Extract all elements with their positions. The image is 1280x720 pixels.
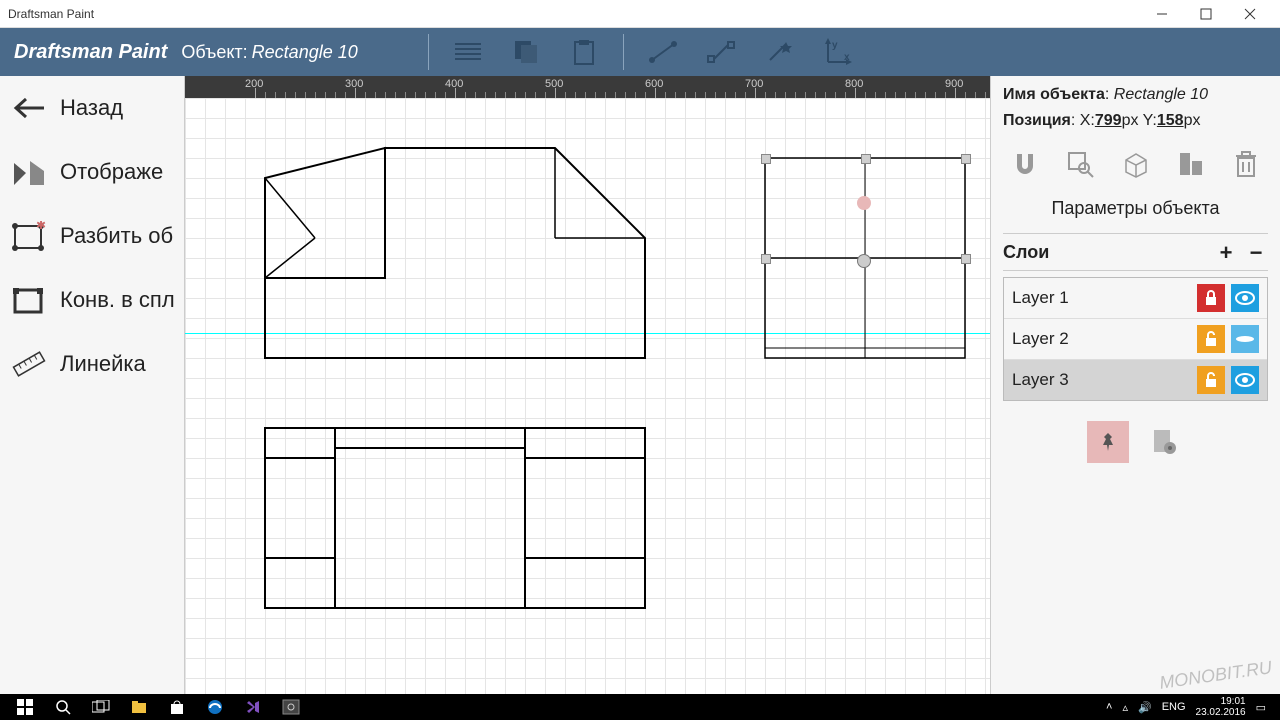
properties-panel: Имя объекта: Rectangle 10 Позиция: X:799… xyxy=(990,76,1280,694)
ruler-button[interactable]: Линейка xyxy=(0,332,184,396)
node-tool-icon[interactable] xyxy=(698,33,744,71)
object-name-value: Rectangle 10 xyxy=(252,42,358,62)
magnet-icon[interactable] xyxy=(1009,148,1041,180)
axes-tool-icon[interactable]: yx xyxy=(814,33,860,71)
layer-name: Layer 2 xyxy=(1012,329,1191,349)
app-taskbar-icon[interactable] xyxy=(272,694,310,720)
tray-chevron-icon[interactable]: ˄ xyxy=(1106,701,1112,713)
object-position-row: Позиция: X:799px Y:158px xyxy=(1003,112,1268,130)
layer-lock-button[interactable] xyxy=(1197,284,1225,312)
volume-icon[interactable]: 🔊 xyxy=(1138,701,1152,714)
back-label: Назад xyxy=(60,95,123,121)
left-panel: Назад Отображе ✱ Разбить об Конв. в спл … xyxy=(0,76,185,694)
layers-title: Слои xyxy=(1003,242,1208,263)
ruler-label: Линейка xyxy=(60,351,146,377)
position-x-value[interactable]: 799 xyxy=(1095,112,1122,129)
layer-row[interactable]: Layer 1 xyxy=(1004,278,1267,319)
selection-center[interactable] xyxy=(857,254,871,268)
search-icon[interactable] xyxy=(44,694,82,720)
horizontal-ruler[interactable]: 200300400500600700800900 xyxy=(185,76,990,98)
object-name-value: Rectangle 10 xyxy=(1114,86,1208,103)
break-object-button[interactable]: ✱ Разбить об xyxy=(0,204,184,268)
selection-handle[interactable] xyxy=(761,154,771,164)
svg-text:x: x xyxy=(844,52,850,63)
object-name-row: Имя объекта: Rectangle 10 xyxy=(1003,86,1268,104)
parameters-title: Параметры объекта xyxy=(1003,198,1268,219)
layer-settings-button[interactable] xyxy=(1143,421,1185,463)
app-brand: Draftsman Paint xyxy=(0,41,181,64)
selection-pivot[interactable] xyxy=(857,196,871,210)
canvas-drawing xyxy=(185,98,990,694)
svg-text:y: y xyxy=(832,40,838,51)
break-label: Разбить об xyxy=(60,223,173,249)
network-icon[interactable]: ▵ xyxy=(1122,701,1128,714)
spline-icon xyxy=(10,281,48,319)
taskbar-clock[interactable]: 19:01 23.02.2016 xyxy=(1196,696,1246,718)
magic-tool-icon[interactable] xyxy=(756,33,802,71)
display-label: Отображе xyxy=(60,159,163,185)
delete-icon[interactable] xyxy=(1230,148,1262,180)
window-close-button[interactable] xyxy=(1228,0,1272,28)
app-toolbar: Draftsman Paint Объект:Rectangle 10 yx xyxy=(0,28,1280,76)
display-button[interactable]: Отображе xyxy=(0,140,184,204)
remove-layer-button[interactable]: − xyxy=(1244,240,1268,264)
start-button[interactable] xyxy=(6,694,44,720)
layer-name: Layer 3 xyxy=(1012,370,1191,390)
selection-handle[interactable] xyxy=(961,154,971,164)
layer-lock-button[interactable] xyxy=(1197,366,1225,394)
layers-header: Слои + − xyxy=(1003,233,1268,271)
store-icon[interactable] xyxy=(158,694,196,720)
copy-tool-icon[interactable] xyxy=(503,33,549,71)
line-tool-icon[interactable] xyxy=(640,33,686,71)
add-layer-button[interactable]: + xyxy=(1214,240,1238,264)
selection-handle[interactable] xyxy=(961,254,971,264)
object-label: Объект:Rectangle 10 xyxy=(181,42,357,63)
layer-row[interactable]: Layer 3 xyxy=(1004,360,1267,400)
cube-icon[interactable] xyxy=(1120,148,1152,180)
system-tray[interactable]: ˄ ▵ 🔊 ENG 19:01 23.02.2016 ▭ xyxy=(1106,696,1274,718)
canvas-area[interactable]: 200300400500600700800900 xyxy=(185,76,990,694)
svg-text:✱: ✱ xyxy=(36,221,46,232)
spline-label: Конв. в спл xyxy=(60,287,175,313)
position-y-value[interactable]: 158 xyxy=(1157,112,1184,129)
align-tool-icon[interactable] xyxy=(445,33,491,71)
back-button[interactable]: Назад xyxy=(0,76,184,140)
notifications-icon[interactable]: ▭ xyxy=(1256,701,1266,714)
convert-spline-button[interactable]: Конв. в спл xyxy=(0,268,184,332)
explorer-icon[interactable] xyxy=(120,694,158,720)
window-title: Draftsman Paint xyxy=(8,7,1140,21)
pin-button[interactable] xyxy=(1087,421,1129,463)
paste-tool-icon[interactable] xyxy=(561,33,607,71)
align-icon[interactable] xyxy=(1175,148,1207,180)
search-object-icon[interactable] xyxy=(1064,148,1096,180)
object-tools-row xyxy=(1003,148,1268,180)
visual-studio-icon[interactable] xyxy=(234,694,272,720)
display-icon xyxy=(10,153,48,191)
edge-icon[interactable] xyxy=(196,694,234,720)
windows-taskbar[interactable]: ˄ ▵ 🔊 ENG 19:01 23.02.2016 ▭ xyxy=(0,694,1280,720)
break-icon: ✱ xyxy=(10,217,48,255)
selection-handle[interactable] xyxy=(861,154,871,164)
window-titlebar: Draftsman Paint xyxy=(0,0,1280,28)
layer-row[interactable]: Layer 2 xyxy=(1004,319,1267,360)
window-minimize-button[interactable] xyxy=(1140,0,1184,28)
layer-visibility-button[interactable] xyxy=(1231,325,1259,353)
ruler-icon xyxy=(10,345,48,383)
layer-visibility-button[interactable] xyxy=(1231,366,1259,394)
selection-handle[interactable] xyxy=(761,254,771,264)
layers-list: Layer 1 Layer 2 Layer 3 xyxy=(1003,277,1268,401)
language-indicator[interactable]: ENG xyxy=(1162,701,1186,713)
layer-name: Layer 1 xyxy=(1012,288,1191,308)
toolbar-separator xyxy=(623,34,624,70)
toolbar-separator xyxy=(428,34,429,70)
task-view-icon[interactable] xyxy=(82,694,120,720)
arrow-left-icon xyxy=(10,89,48,127)
layer-lock-button[interactable] xyxy=(1197,325,1225,353)
layer-visibility-button[interactable] xyxy=(1231,284,1259,312)
window-maximize-button[interactable] xyxy=(1184,0,1228,28)
